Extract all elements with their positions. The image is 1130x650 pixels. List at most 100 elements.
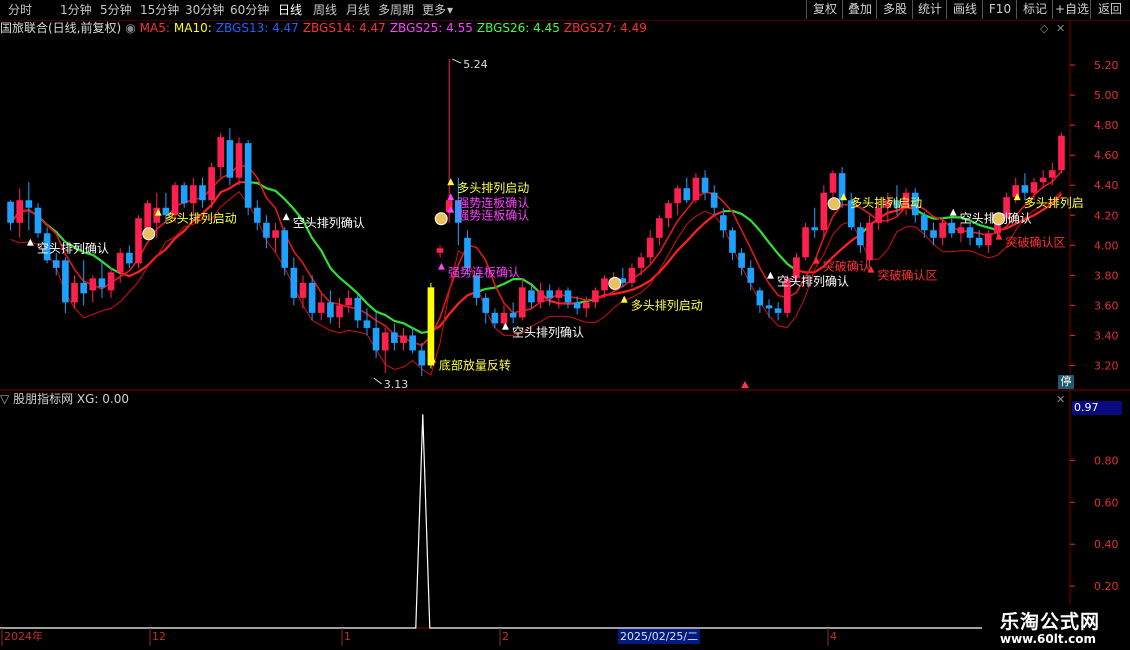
coin-badge-icon bbox=[827, 197, 841, 211]
annotation-arrow-icon: ▲ bbox=[447, 204, 454, 214]
price-tick-label: 3.20 bbox=[1094, 359, 1119, 372]
candle-body bbox=[811, 227, 819, 231]
annotation-arrow-icon: ▲ bbox=[813, 255, 820, 265]
candle-body bbox=[107, 272, 115, 291]
annotation-arrow-icon: ▲ bbox=[767, 270, 774, 280]
candle-body bbox=[802, 227, 809, 258]
annotation-label: 空头排列确认 bbox=[777, 274, 849, 288]
candle-body bbox=[774, 308, 782, 313]
candle-body bbox=[336, 305, 343, 318]
candle-body bbox=[7, 201, 14, 223]
candle-body bbox=[829, 173, 837, 193]
candle-body bbox=[1058, 135, 1065, 171]
price-tick-label: 4.60 bbox=[1094, 149, 1119, 162]
candle-body bbox=[180, 185, 188, 204]
candle-body bbox=[1021, 185, 1029, 193]
annotation-arrow-icon: ▲ bbox=[621, 294, 628, 304]
candle-body bbox=[756, 290, 764, 306]
candle-body bbox=[71, 282, 78, 303]
coin-badge-icon bbox=[434, 212, 448, 226]
high-pointer bbox=[451, 58, 462, 64]
annotation-arrow-icon: ▲ bbox=[438, 261, 445, 271]
candle-body bbox=[372, 327, 380, 351]
candle-body bbox=[820, 192, 828, 231]
annotation-label: 多头排列启动 bbox=[850, 196, 922, 210]
candle-body bbox=[1030, 182, 1038, 193]
candle-body bbox=[509, 312, 517, 318]
ma5-line bbox=[9, 164, 1062, 347]
annotation-label: 突破确认区 bbox=[1005, 234, 1065, 249]
stop-badge: 停 bbox=[1058, 375, 1074, 389]
candle-body bbox=[646, 237, 654, 258]
candle-body bbox=[226, 140, 234, 178]
candle-body bbox=[701, 177, 709, 193]
annotation-arrow-icon: ▲ bbox=[27, 237, 34, 247]
date-label: 1 bbox=[344, 630, 351, 643]
annotation-arrow-icon: ▲ bbox=[1014, 192, 1021, 202]
candle-body bbox=[765, 305, 773, 309]
candle-body bbox=[391, 332, 398, 343]
annotation-label: 底部放量反转 bbox=[439, 357, 511, 372]
candle-body bbox=[656, 218, 663, 238]
candle-body bbox=[299, 282, 307, 298]
candle-body bbox=[327, 302, 334, 318]
candle-body bbox=[939, 222, 946, 238]
price-tick-label: 5.00 bbox=[1094, 89, 1119, 102]
candle-body bbox=[272, 230, 279, 238]
date-label: 2024年 bbox=[4, 630, 43, 643]
candle-body bbox=[52, 260, 60, 268]
candle-body bbox=[345, 297, 352, 306]
watermark-url: www.60lt.com bbox=[1000, 632, 1097, 646]
indicator-tick-label: 0.80 bbox=[1094, 454, 1119, 467]
candle-body bbox=[144, 203, 151, 231]
annotation-arrow-icon: ▲ bbox=[502, 321, 509, 331]
annotation-label: 多头排列启 bbox=[1024, 196, 1084, 210]
candle-body bbox=[16, 200, 24, 223]
annotation-label: 强势连板确认 bbox=[448, 264, 520, 279]
candle-body bbox=[464, 237, 471, 268]
candle-body bbox=[126, 252, 133, 264]
candle-body bbox=[290, 267, 298, 298]
candle-body bbox=[665, 203, 672, 219]
candle-body bbox=[692, 177, 700, 201]
candle-body bbox=[582, 302, 590, 309]
annotation-label: 空头排列确认 bbox=[37, 241, 109, 255]
coin-badge-icon bbox=[142, 227, 156, 241]
price-tick-label: 4.80 bbox=[1094, 119, 1119, 132]
low-pointer bbox=[373, 377, 383, 385]
cursor-marker-icon bbox=[741, 381, 749, 388]
candle-body bbox=[400, 335, 407, 343]
candle-body bbox=[317, 302, 325, 313]
kline-chart[interactable]: 3.20 3.40 3.60 3.80 4.00 4.20 4.40 4.60 4.80 5.00… bbox=[0, 0, 1130, 650]
xg-indicator-line bbox=[0, 414, 1070, 629]
candle-body bbox=[25, 200, 33, 208]
annotation-label: 多头排列启动 bbox=[631, 298, 703, 312]
candle-body bbox=[857, 227, 864, 246]
candle-body bbox=[62, 260, 69, 303]
annotation-arrow-icon: ▲ bbox=[868, 264, 875, 274]
high-label: 5.24 bbox=[463, 58, 488, 71]
candle-body bbox=[381, 332, 389, 351]
candle-body bbox=[482, 297, 490, 313]
candle-body bbox=[747, 267, 755, 283]
candle-body bbox=[957, 227, 965, 234]
candle-body bbox=[528, 290, 535, 303]
coin-badge-icon bbox=[992, 212, 1006, 226]
date-label: 12 bbox=[152, 630, 166, 643]
candle-body bbox=[674, 188, 681, 204]
candle-body bbox=[135, 218, 142, 264]
candle-body bbox=[637, 257, 645, 268]
candle-body bbox=[930, 230, 937, 238]
candle-body bbox=[354, 297, 362, 321]
price-tick-label: 3.60 bbox=[1094, 299, 1119, 312]
price-tick-label: 4.00 bbox=[1094, 239, 1119, 252]
candle-body bbox=[683, 188, 691, 201]
candle-body bbox=[308, 282, 316, 313]
candle-body bbox=[985, 233, 992, 246]
indicator-tick-label: 0.20 bbox=[1094, 580, 1119, 593]
candle-body bbox=[518, 287, 526, 318]
annotation-label: 空头排列确认 bbox=[293, 216, 365, 230]
candle-body bbox=[217, 137, 225, 168]
date-label: 4 bbox=[830, 630, 837, 643]
candle-body bbox=[628, 267, 636, 283]
